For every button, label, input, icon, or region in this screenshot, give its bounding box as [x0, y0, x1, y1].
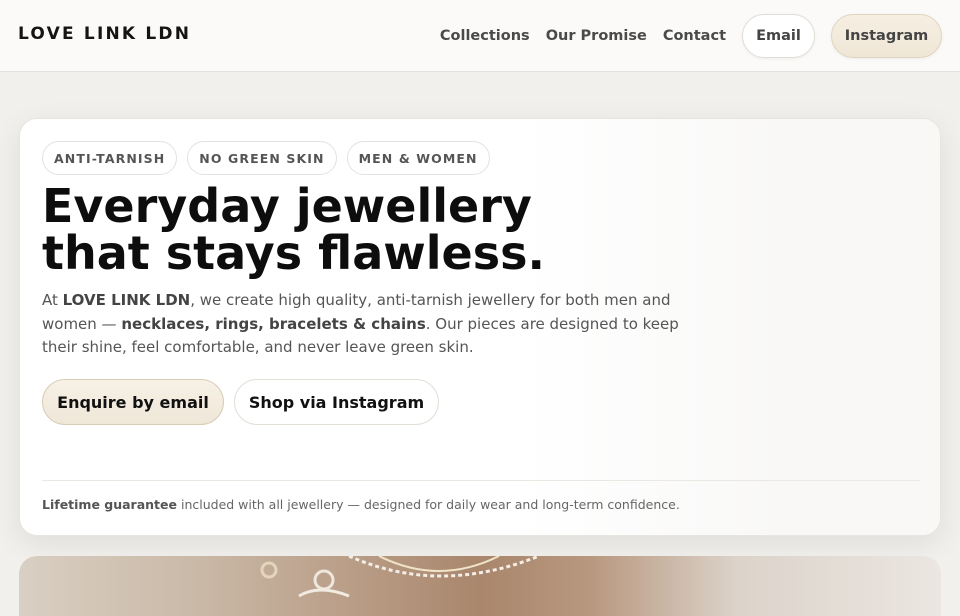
- jewellery-photo-icon: [260, 556, 540, 598]
- nav-collections[interactable]: Collections: [440, 28, 530, 44]
- badge-men-women: MEN & WOMEN: [346, 141, 490, 175]
- shop-instagram-button[interactable]: Shop via Instagram: [234, 379, 439, 425]
- intro-text-1: At: [42, 291, 63, 309]
- hero-cta-row: Enquire by email Shop via Instagram: [42, 379, 439, 425]
- email-button[interactable]: Email: [742, 14, 815, 58]
- site-header: LOVE LINK LDN Collections Our Promise Co…: [0, 0, 960, 72]
- intro-highlight: necklaces, rings, bracelets & chains: [121, 314, 426, 333]
- main-nav: Collections Our Promise Contact Email In…: [440, 14, 942, 58]
- badge-anti-tarnish: ANTI-TARNISH: [42, 141, 178, 175]
- brand-logo[interactable]: LOVE LINK LDN: [18, 24, 191, 44]
- headline-line-2: that stays flawless.: [42, 226, 545, 280]
- headline-line-1: Everyday jewellery: [42, 179, 532, 233]
- hero-intro: At LOVE LINK LDN, we create high quality…: [42, 289, 682, 360]
- enquire-email-button[interactable]: Enquire by email: [42, 379, 224, 425]
- guarantee-text: included with all jewellery — designed f…: [177, 497, 680, 512]
- guarantee-note: Lifetime guarantee included with all jew…: [42, 497, 680, 512]
- instagram-button[interactable]: Instagram: [831, 14, 942, 58]
- jewellery-photo: [19, 556, 941, 616]
- nav-our-promise[interactable]: Our Promise: [546, 28, 647, 44]
- hero-divider: [42, 480, 920, 481]
- badge-no-green-skin: NO GREEN SKIN: [187, 141, 337, 175]
- hero-headline: Everyday jewellery that stays flawless.: [42, 183, 642, 277]
- nav-contact[interactable]: Contact: [663, 28, 726, 44]
- feature-badges: ANTI-TARNISH NO GREEN SKIN MEN & WOMEN: [42, 141, 490, 175]
- hero-card: ANTI-TARNISH NO GREEN SKIN MEN & WOMEN E…: [19, 118, 941, 536]
- guarantee-bold: Lifetime guarantee: [42, 497, 177, 512]
- intro-brand: LOVE LINK LDN: [62, 291, 191, 309]
